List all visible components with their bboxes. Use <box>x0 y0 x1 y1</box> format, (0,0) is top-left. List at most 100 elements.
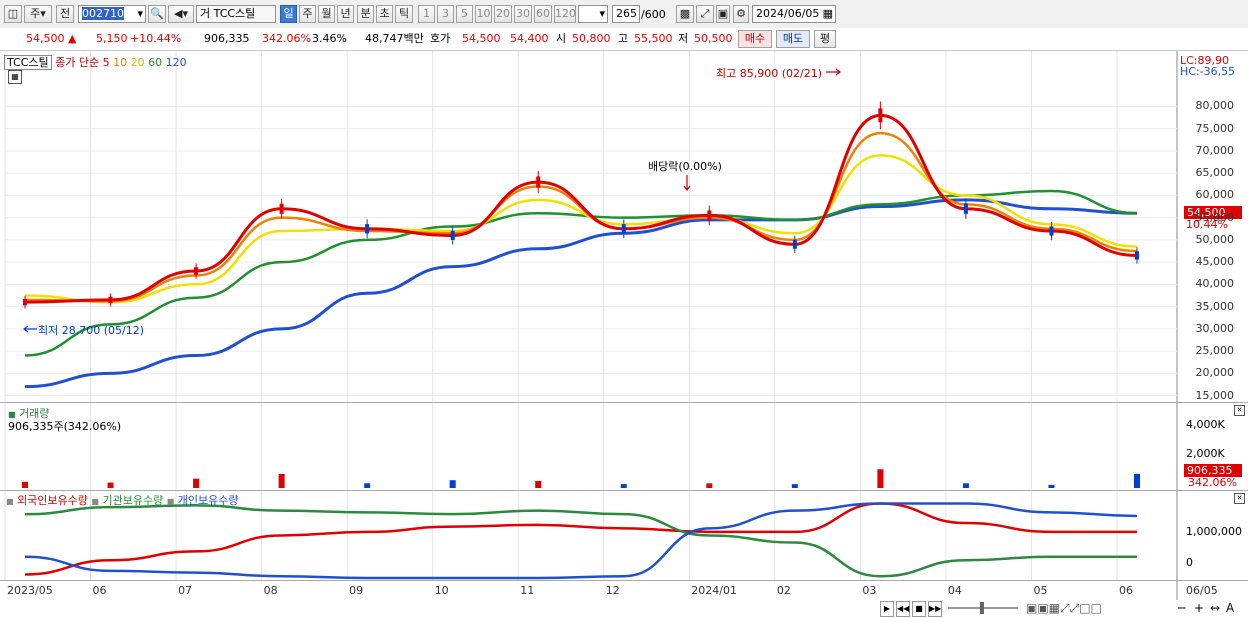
volume-bar <box>1048 484 1055 488</box>
x-axis-tick: 12 <box>605 584 620 597</box>
holder-line-1 <box>24 504 1137 578</box>
legend-ma10: 10 <box>113 56 128 69</box>
price-axis-tick: 65,000 <box>1195 166 1235 180</box>
volume-bar <box>193 478 200 488</box>
candle-body <box>963 203 968 214</box>
high-annotation: 최고 85,900 (02/21) <box>716 67 823 80</box>
volume-value-label: 906,335주(342.06%) <box>8 420 122 433</box>
x-axis-tick: 08 <box>263 584 278 597</box>
legend-ma5: 5 <box>102 56 110 69</box>
grid-icon[interactable]: ▦ <box>8 70 22 84</box>
candle-body <box>279 203 284 214</box>
x-axis-tick: 11 <box>520 584 535 597</box>
x-axis-tick: 05 <box>1033 584 1048 597</box>
volume-bar <box>877 469 884 488</box>
price-axis-tick: 25,000 <box>1195 344 1235 358</box>
volume-axis-4000k: 4,000K <box>1186 418 1225 431</box>
x-axis-tick: 09 <box>349 584 364 597</box>
volume-bar <box>706 483 713 488</box>
volume-bar <box>22 481 28 488</box>
candle-body <box>194 267 199 275</box>
panel-divider <box>0 580 1248 581</box>
price-axis-tick: 20,000 <box>1195 366 1235 380</box>
candle-body <box>707 210 712 221</box>
price-axis-tick: 70,000 <box>1195 143 1235 157</box>
stop-icon[interactable]: ■ <box>912 601 926 617</box>
candle-body <box>450 230 455 240</box>
hc-label: HC:-36,55 <box>1180 65 1236 78</box>
x-axis-tick: 2023/05 <box>7 584 53 597</box>
price-axis-tick: 55,000 <box>1195 210 1235 224</box>
volume-bar <box>535 480 542 488</box>
volume-bar <box>278 473 285 488</box>
play-icon[interactable]: ▶ <box>880 601 894 617</box>
candle-body <box>365 224 370 234</box>
volume-bar <box>1134 473 1140 488</box>
price-axis-tick: 50,000 <box>1195 232 1235 246</box>
candle-body <box>108 296 113 304</box>
x-axis-tick: 10 <box>434 584 449 597</box>
price-legend: TCC스틸 종가 단순 5 10 20 60 120 <box>4 54 187 70</box>
tool-icons[interactable]: ▣▣▦⤢⤢□□ <box>1026 601 1102 616</box>
x-axis-tick: 02 <box>776 584 791 597</box>
zoom-slider-handle[interactable] <box>980 602 984 614</box>
legend-ma20: 20 <box>130 56 145 69</box>
volume-bar <box>791 484 798 488</box>
volume-axis-2000k: 2,000K <box>1186 447 1225 460</box>
panel-divider <box>0 490 1248 491</box>
pan-icon[interactable]: ↔ <box>1210 601 1220 615</box>
candle-body <box>23 298 27 306</box>
volume-bar <box>107 482 114 488</box>
price-axis-tick: 60,000 <box>1195 188 1235 202</box>
panel-divider <box>0 402 1248 403</box>
fast-forward-icon[interactable]: ▶▶ <box>928 601 942 617</box>
legend-ma120: 120 <box>165 56 187 69</box>
x-axis-tick: 04 <box>947 584 962 597</box>
stock-chart[interactable] <box>0 0 1248 621</box>
legend-stock-name: TCC스틸 <box>4 55 52 70</box>
x-axis-tick: 06/05 <box>1186 584 1218 597</box>
holder-line-0 <box>24 502 1137 576</box>
price-axis-tick: 30,000 <box>1195 321 1235 335</box>
zoom-out-icon[interactable]: ─ <box>1178 601 1185 615</box>
volume-bar <box>620 484 627 488</box>
candle-body <box>621 224 626 234</box>
low-annotation: 최저 28,700 (05/12) <box>38 324 145 337</box>
zoom-in-icon[interactable]: + <box>1194 601 1204 615</box>
candle-body <box>1135 251 1139 260</box>
x-axis-tick: 06 <box>92 584 107 597</box>
square-icon: ■ <box>166 497 175 506</box>
close-icon[interactable]: ✕ <box>1234 493 1245 504</box>
x-axis-tick: 2024/01 <box>691 584 737 597</box>
volume-pct-tag: 342.06% <box>1188 476 1237 489</box>
candle-body <box>792 239 797 249</box>
legend-foreign: 외국인보유수량 <box>17 494 88 507</box>
square-icon: ■ <box>6 497 14 506</box>
price-axis-tick: 15,000 <box>1195 388 1235 402</box>
rewind-icon[interactable]: ◀◀ <box>896 601 910 617</box>
price-axis-tick: 75,000 <box>1195 121 1235 135</box>
square-icon: ■ <box>91 497 99 506</box>
volume-bar <box>364 483 371 488</box>
price-axis-tick: 35,000 <box>1195 299 1235 313</box>
x-axis-tick: 07 <box>178 584 193 597</box>
legend-ma60: 60 <box>148 56 163 69</box>
dividend-annotation: 배당락(0.00%) <box>648 160 722 173</box>
candle-body <box>878 108 883 123</box>
autoscale-icon[interactable]: A <box>1226 601 1234 615</box>
price-axis-tick: 40,000 <box>1195 277 1235 291</box>
holder-axis-0: 0 <box>1186 556 1193 569</box>
candle-body <box>1049 226 1054 236</box>
scroll-controls: ▶ ◀◀ ■ ▶▶ ▣▣▦⤢⤢□□ ─ + ↔ A <box>880 601 1240 617</box>
x-axis-tick: 03 <box>862 584 877 597</box>
holder-line-2 <box>24 502 1138 580</box>
volume-bar <box>449 480 456 488</box>
price-axis-tick: 45,000 <box>1195 255 1235 269</box>
x-axis-tick: 06 <box>1119 584 1133 597</box>
holder-legend: ■ 외국인보유수량 ■ 기관보유수량 ■ 개인보유수량 <box>6 492 239 508</box>
legend-ma-label: 종가 단순 <box>55 56 100 69</box>
price-axis-tick: 80,000 <box>1195 99 1235 113</box>
legend-indiv: 개인보유수량 <box>177 494 239 507</box>
close-icon[interactable]: ✕ <box>1234 405 1245 416</box>
holder-axis-1000000: 1,000,000 <box>1186 525 1242 538</box>
